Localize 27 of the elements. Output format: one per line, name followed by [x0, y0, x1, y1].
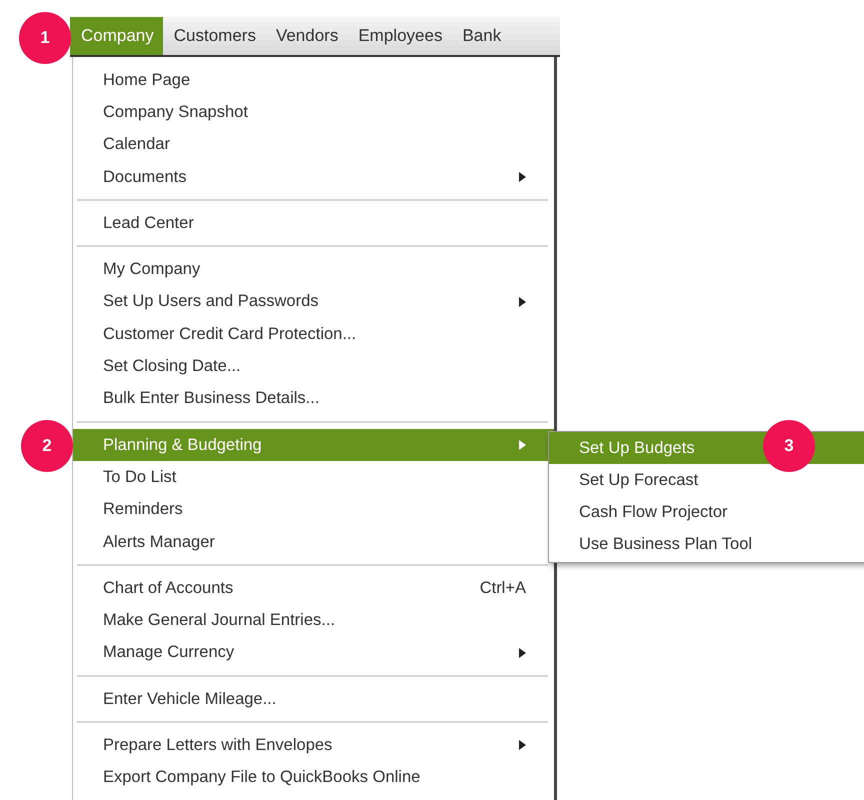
menu-item[interactable]: Chart of Accounts Ctrl+A	[73, 572, 554, 604]
shortcut-text: Ctrl+A	[480, 578, 526, 598]
menu-item[interactable]: Planning & Budgeting	[73, 428, 554, 462]
menu-item[interactable]: Prepare Letters with Envelopes	[73, 729, 554, 762]
submenu-item[interactable]: Use Business Plan Tool	[549, 528, 864, 560]
submenu-item[interactable]: Cash Flow Projector	[549, 496, 864, 528]
menu-bar-item[interactable]: Bank	[451, 17, 510, 55]
menu-item[interactable]: My Company	[73, 253, 554, 286]
menu-item[interactable]: Company Snapshot	[73, 96, 554, 129]
step-badge: 2	[21, 420, 73, 472]
menu-item[interactable]: Export Company File to QuickBooks Online	[73, 762, 554, 794]
menu-item[interactable]: Enter Vehicle Mileage...	[73, 683, 554, 716]
step-badge: 1	[19, 12, 71, 64]
menu-item[interactable]: Customer Credit Card Protection...	[73, 318, 554, 350]
menu-bar-item[interactable]: Vendors	[264, 17, 348, 55]
menu-bar-item[interactable]: Company	[70, 17, 163, 55]
menu-item[interactable]: Bulk Enter Business Details...	[73, 382, 554, 415]
menu-item[interactable]: Set Up Users and Passwords	[73, 286, 554, 318]
menu-item[interactable]: Make General Journal Entries...	[73, 604, 554, 637]
menu-item[interactable]: Documents	[73, 160, 554, 194]
menu-bar-item[interactable]: Employees	[347, 17, 452, 55]
menu-item[interactable]: Home Page	[73, 64, 554, 96]
menu-item[interactable]: Lead Center	[73, 207, 554, 240]
menu-bar-item[interactable]: Customers	[162, 17, 265, 55]
menu-item[interactable]: Manage Currency	[73, 636, 554, 670]
menu-item[interactable]: Calendar	[73, 128, 554, 161]
menu-item[interactable]: Set Closing Date...	[73, 350, 554, 383]
